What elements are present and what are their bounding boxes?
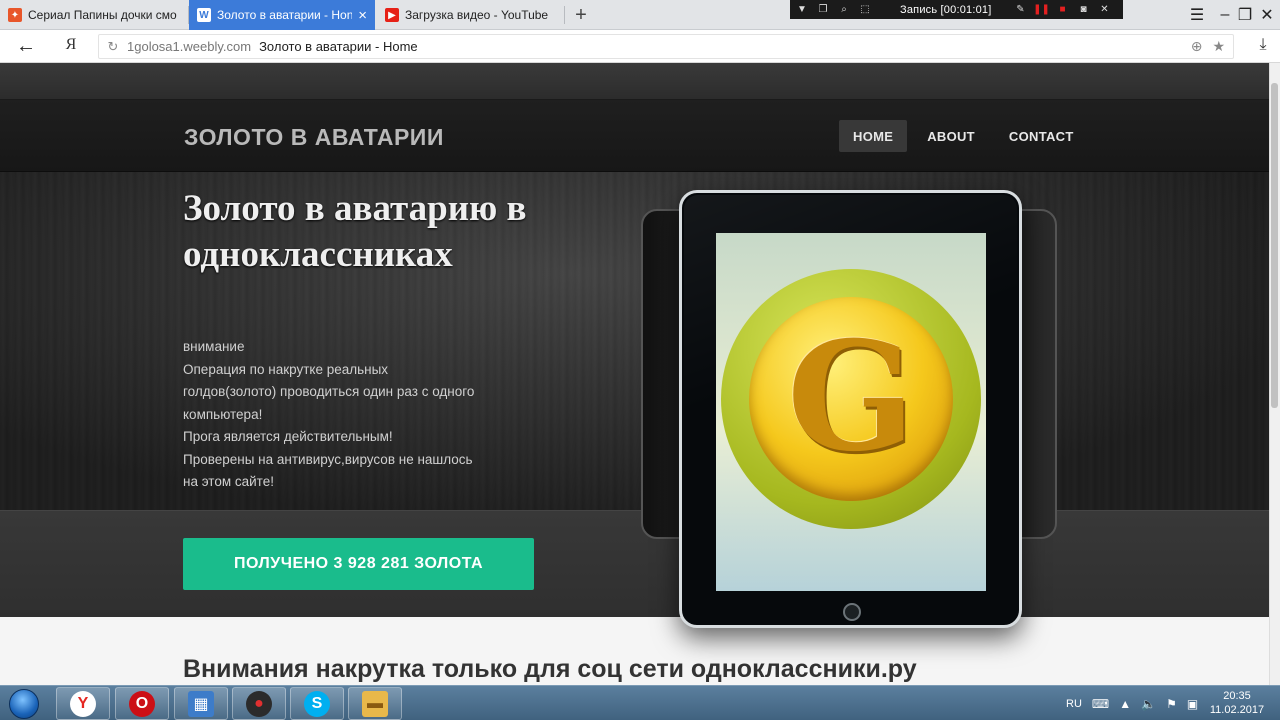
weebly-icon: W bbox=[197, 8, 211, 22]
clock-date: 11.02.2017 bbox=[1209, 704, 1265, 716]
hero-line: Проверены на антивирус,вирусов не нашлос… bbox=[183, 451, 473, 467]
site-header: ЗОЛОТО В АВАТАРИИ HOME ABOUT CONTACT bbox=[0, 100, 1269, 172]
taskbar-skype[interactable]: S bbox=[290, 687, 344, 720]
dropdown-icon[interactable]: ▼ bbox=[796, 4, 808, 16]
reload-icon[interactable]: ↻ bbox=[99, 39, 127, 55]
hero-line: Прога является действительным! bbox=[183, 429, 393, 444]
tab-separator bbox=[564, 6, 565, 24]
cta-band: ПОЛУЧЕНО 3 928 281 ЗОЛОТА bbox=[0, 510, 1269, 617]
coin-face: G bbox=[749, 297, 953, 501]
tablet-screen: G bbox=[716, 233, 986, 591]
tablet-home-button bbox=[843, 603, 861, 621]
clock-time: 20:35 bbox=[1223, 690, 1251, 702]
download-icon[interactable]: ⤓ bbox=[1254, 36, 1272, 56]
gold-received-button[interactable]: ПОЛУЧЕНО 3 928 281 ЗОЛОТА bbox=[183, 538, 534, 590]
coin-letter: G bbox=[786, 309, 916, 485]
site-title[interactable]: ЗОЛОТО В АВАТАРИИ bbox=[184, 124, 444, 151]
section-heading: Внимания накрутка только для соц сети од… bbox=[183, 655, 917, 683]
youtube-icon: ▶ bbox=[385, 8, 399, 22]
window-icon[interactable]: ❐ bbox=[817, 4, 829, 16]
close-tab-icon[interactable]: × bbox=[358, 8, 367, 23]
window-close-icon[interactable]: ✕ bbox=[1254, 0, 1280, 30]
url-domain: 1golosa1.weebly.com bbox=[127, 39, 252, 54]
system-tray: RU ⌨ ▲ 🔈 ⚑ ▣ bbox=[1066, 686, 1198, 720]
taskbar-recorder[interactable]: ● bbox=[232, 687, 286, 720]
scrollbar-thumb[interactable] bbox=[1271, 83, 1278, 408]
tray-expand-icon[interactable]: ▲ bbox=[1119, 697, 1131, 711]
gold-coin-icon: G bbox=[721, 269, 981, 529]
protect-icon[interactable]: ⊕ bbox=[1191, 38, 1203, 55]
bookmark-star-icon[interactable]: ★ bbox=[1212, 38, 1225, 55]
content-section: Внимания накрутка только для соц сети од… bbox=[0, 617, 1269, 685]
screen-recorder-bar: ▼ ❐ ⌕ ⬚ Запись [00:01:01] ✎ ❚❚ ■ ◙ ✕ bbox=[790, 0, 1123, 19]
yandex-logo[interactable]: Я bbox=[62, 36, 80, 56]
address-bar: ← Я ↻ 1golosa1.weebly.com Золото в авата… bbox=[0, 30, 1280, 63]
magnifier-icon[interactable]: ⌕ bbox=[838, 4, 850, 16]
opera-icon: O bbox=[129, 690, 155, 717]
folder-icon: ▬ bbox=[362, 690, 388, 717]
nav-contact[interactable]: CONTACT bbox=[995, 120, 1088, 152]
page-scrollbar[interactable] bbox=[1269, 63, 1280, 685]
tab-serial[interactable]: ✦ Сериал Папины дочки смо bbox=[0, 0, 188, 30]
menu-icon[interactable]: ☰ bbox=[1184, 0, 1210, 30]
page-viewport: ЗОЛОТО В АВАТАРИИ HOME ABOUT CONTACT Зол… bbox=[0, 63, 1280, 685]
taskbar-clock[interactable]: 20:35 11.02.2017 bbox=[1207, 689, 1267, 717]
flag-icon[interactable]: ⚑ bbox=[1166, 697, 1177, 711]
url-field[interactable]: ↻ 1golosa1.weebly.com Золото в аватарии … bbox=[98, 34, 1234, 59]
network-icon[interactable]: ▣ bbox=[1187, 697, 1198, 711]
pause-icon[interactable]: ❚❚ bbox=[1033, 4, 1050, 16]
fire-icon: ✦ bbox=[8, 8, 22, 22]
hero-line: компьютера! bbox=[183, 406, 263, 422]
windows-logo-icon bbox=[9, 688, 39, 719]
pen-icon[interactable]: ✎ bbox=[1014, 4, 1026, 16]
hero-line: на этом сайте! bbox=[183, 474, 274, 489]
url-page-title: Золото в аватарии - Home bbox=[259, 39, 418, 54]
top-strip bbox=[0, 63, 1269, 100]
hero-line: внимание bbox=[183, 339, 245, 354]
start-button[interactable] bbox=[4, 687, 44, 720]
taskbar-yandex[interactable]: Y bbox=[56, 687, 110, 720]
recording-timer: Запись [00:01:01] bbox=[900, 3, 992, 16]
main-nav: HOME ABOUT CONTACT bbox=[839, 120, 1094, 152]
close-icon[interactable]: ✕ bbox=[1098, 4, 1110, 16]
hero-line: голдов(золото) проводиться один раз с од… bbox=[183, 384, 475, 399]
crop-icon[interactable]: ⬚ bbox=[859, 4, 871, 16]
tab-youtube[interactable]: ▶ Загрузка видео - YouTube bbox=[377, 0, 563, 30]
recorder-icon: ● bbox=[246, 690, 272, 717]
tablet-illustration: G bbox=[679, 190, 1022, 628]
browser-tab-strip: ✦ Сериал Папины дочки смо W Золото в ава… bbox=[0, 0, 1280, 30]
hero-line: Операция по накрутке реальных bbox=[183, 361, 389, 377]
back-arrow-icon[interactable]: ← bbox=[14, 35, 38, 57]
taskbar-explorer[interactable]: ▬ bbox=[348, 687, 402, 720]
taskbar-control-panel[interactable]: ▦ bbox=[174, 687, 228, 720]
hero-heading: Золото в аватарию в одноклассниках bbox=[183, 188, 527, 275]
yandex-browser-icon: Y bbox=[70, 690, 96, 717]
nav-home[interactable]: HOME bbox=[839, 120, 908, 152]
hero-text: внимание Операция по накрутке реальных г… bbox=[183, 336, 513, 494]
tab-zoloto[interactable]: W Золото в аватарии - Hon × bbox=[189, 0, 375, 30]
control-panel-icon: ▦ bbox=[188, 690, 214, 717]
keyboard-icon[interactable]: ⌨ bbox=[1092, 697, 1109, 711]
volume-icon[interactable]: 🔈 bbox=[1141, 697, 1156, 711]
language-indicator[interactable]: RU bbox=[1066, 698, 1082, 710]
skype-icon: S bbox=[304, 690, 330, 717]
new-tab-button[interactable]: + bbox=[570, 2, 592, 28]
taskbar-opera[interactable]: O bbox=[115, 687, 169, 720]
windows-taskbar: Y O ▦ ● S ▬ RU ⌨ ▲ 🔈 ⚑ ▣ 20:35 11.02.201… bbox=[0, 685, 1280, 720]
hero-section: Золото в аватарию в одноклассниках внима… bbox=[0, 172, 1269, 510]
camera-icon[interactable]: ◙ bbox=[1077, 4, 1089, 16]
stop-icon[interactable]: ■ bbox=[1056, 4, 1068, 16]
nav-about[interactable]: ABOUT bbox=[913, 120, 989, 152]
